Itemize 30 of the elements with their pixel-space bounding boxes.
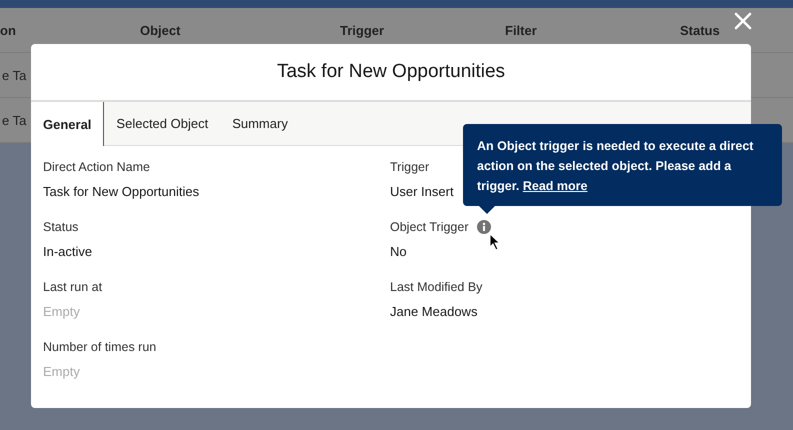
column-header: Object — [140, 22, 182, 38]
field-label: Object Trigger — [390, 220, 469, 234]
field-value: User Insert — [390, 184, 454, 199]
field-value: Empty — [43, 304, 80, 319]
table-cell: e Ta — [2, 68, 26, 82]
column-header: Trigger — [340, 22, 386, 38]
field-value: No — [390, 244, 407, 259]
tooltip-text: An Object trigger is needed to execute a direct action on the selected object. Please add a trigger. Read more — [477, 138, 754, 195]
column-header: Filter — [505, 22, 538, 38]
field-label: Last run at — [43, 280, 102, 294]
field-label: Trigger — [390, 160, 430, 174]
field-label: Number of times run — [43, 340, 156, 354]
read-more-link[interactable]: Read more — [522, 179, 588, 193]
field-value: In-active — [43, 244, 92, 259]
pointer-icon — [489, 233, 501, 251]
field-label: Last Modified By — [390, 280, 482, 294]
info-icon[interactable] — [476, 220, 491, 234]
column-header: on — [0, 22, 17, 38]
field-value: Empty — [43, 364, 80, 379]
tab[interactable]: Summary — [220, 102, 300, 145]
field-value: Jane Meadows — [390, 304, 478, 319]
column-header: Status — [680, 22, 720, 38]
tab[interactable]: General — [31, 102, 104, 146]
field-label: Status — [43, 220, 78, 234]
field-label: Direct Action Name — [43, 160, 150, 174]
close-icon[interactable] — [733, 11, 753, 31]
field-value: Task for New Opportunities — [43, 184, 200, 199]
tab[interactable]: Selected Object — [104, 102, 220, 145]
table-cell: e Ta — [2, 112, 26, 128]
modal-title: Task for New Opportunities — [276, 61, 506, 83]
